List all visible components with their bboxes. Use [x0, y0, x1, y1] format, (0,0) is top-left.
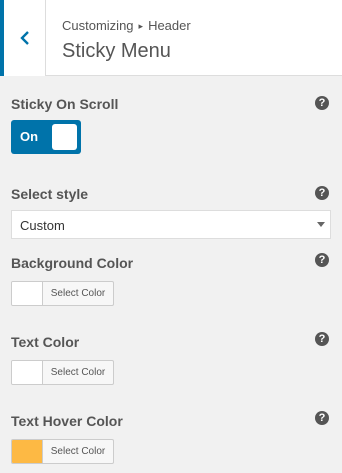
- panel-title: Sticky Menu: [62, 40, 171, 62]
- chevron-down-icon: [317, 222, 325, 227]
- help-icon[interactable]: ?: [315, 332, 329, 346]
- text-color-picker[interactable]: Select Color: [11, 360, 114, 385]
- select-style-dropdown[interactable]: Custom: [11, 210, 331, 239]
- help-icon[interactable]: ?: [315, 186, 329, 200]
- color-swatch: [12, 440, 43, 463]
- color-swatch: [12, 361, 43, 384]
- help-icon[interactable]: ?: [315, 96, 329, 110]
- background-color-label: Background Color: [11, 255, 134, 271]
- select-style-label: Select style: [11, 186, 89, 202]
- breadcrumb-separator: ▸: [138, 21, 144, 31]
- sticky-on-scroll-toggle[interactable]: On: [11, 120, 81, 154]
- select-color-button-label: Select Color: [50, 446, 106, 457]
- select-style-value: Custom: [20, 218, 65, 233]
- breadcrumb: Customizing ▸ Header: [62, 18, 191, 33]
- back-button[interactable]: [0, 0, 46, 76]
- text-hover-color-picker[interactable]: Select Color: [11, 439, 114, 464]
- color-swatch: [12, 282, 43, 305]
- chevron-left-icon: [19, 31, 29, 45]
- toggle-state-text: On: [20, 129, 39, 144]
- help-icon[interactable]: ?: [315, 411, 329, 425]
- background-color-picker[interactable]: Select Color: [11, 281, 114, 306]
- help-icon[interactable]: ?: [315, 253, 329, 267]
- text-hover-color-label: Text Hover Color: [11, 413, 123, 429]
- select-color-button-label: Select Color: [50, 288, 106, 299]
- panel-header: Customizing ▸ Header Sticky Menu: [0, 0, 342, 76]
- sticky-on-scroll-label: Sticky On Scroll: [11, 96, 119, 112]
- toggle-knob: [52, 124, 77, 150]
- breadcrumb-parent: Customizing: [62, 18, 134, 33]
- select-color-button-label: Select Color: [50, 367, 106, 378]
- text-color-label: Text Color: [11, 334, 80, 350]
- breadcrumb-section: Header: [148, 18, 191, 33]
